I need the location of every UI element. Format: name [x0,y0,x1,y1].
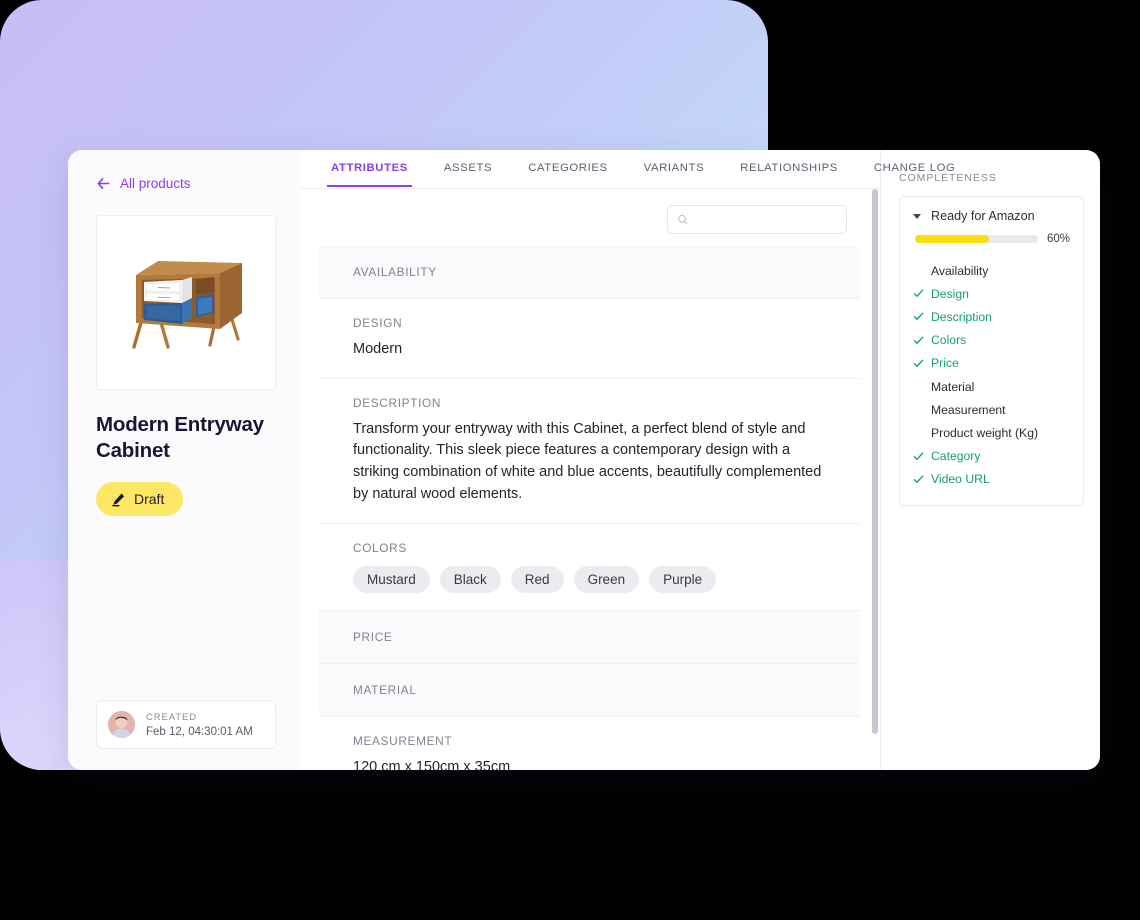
tab-change-log[interactable]: CHANGE LOG [856,162,974,186]
tab-assets[interactable]: ASSETS [426,162,510,186]
check-icon [913,452,924,460]
completeness-item: Category [913,445,1070,468]
attribute-label: PRICE [353,629,393,644]
completeness-item-label: Colors [931,333,967,348]
attribute-value: 120 cm x 150cm x 35cm [353,758,511,770]
page-title: Modern Entryway Cabinet [96,413,264,463]
attribute-label: DESCRIPTION [353,395,442,410]
completeness-item: Material [913,375,1070,398]
back-to-all-products-link[interactable]: All products [68,168,299,191]
color-chip[interactable]: Red [510,565,564,593]
attribute-label: MATERIAL [353,682,417,697]
search-row [299,189,880,246]
attributes-body: AVAILABILITY DESIGN Modern DESCRIPTION Trans… [299,188,880,770]
completeness-item: Description [913,305,1070,328]
tab-bar: ATTRIBUTES ASSETS CATEGORIES VARIANTS RELATI… [299,150,955,189]
avatar [108,711,135,738]
progress-track [915,235,1038,243]
search-box[interactable] [667,204,847,234]
product-thumbnail[interactable] [96,215,276,390]
tab-variants[interactable]: VARIANTS [626,162,723,186]
completeness-item: Measurement [913,398,1070,421]
created-label: CREATED [146,711,197,723]
color-chip[interactable]: Green [573,565,640,593]
progress-fill [915,235,989,243]
completeness-group-header[interactable]: Ready for Amazon [913,209,1070,223]
completeness-item: Video URL [913,468,1070,491]
progress-percent: 60% [1046,233,1070,245]
attribute-row[interactable]: PRICE [319,610,860,664]
completeness-item: Price [913,352,1070,375]
attribute-label: MEASUREMENT [353,733,453,748]
completeness-item-label: Availability [931,263,989,278]
completeness-item-label: Measurement [931,402,1006,417]
check-icon [913,312,924,321]
chevron-down-icon[interactable] [913,213,923,219]
screen: All products Modern Entryway Cabinet Dra… [0,0,1140,920]
attribute-value: Modern [353,340,403,357]
completeness-item-label: Video URL [931,472,990,487]
tab-categories[interactable]: CATEGORIES [510,162,625,186]
attribute-row[interactable]: DESIGN Modern [319,299,860,379]
completeness-item-label: Category [931,449,981,464]
search-input[interactable] [694,211,837,228]
color-chip[interactable]: Black [439,565,501,593]
attribute-row[interactable]: COLORS Mustard Black Red Green Purple [319,524,860,611]
tab-attributes[interactable]: ATTRIBUTES [313,162,426,187]
color-chip[interactable]: Purple [649,565,717,593]
attribute-label: DESIGN [353,315,403,330]
scrollbar-thumb[interactable] [872,188,878,734]
status-badge-label: Draft [134,491,165,508]
check-icon [913,336,924,344]
completeness-item: Availability [913,259,1070,282]
attribute-row[interactable]: DESCRIPTION Transform your entryway with … [319,379,860,524]
attributes-panel: ATTRIBUTES ASSETS CATEGORIES VARIANTS RELATI… [299,150,955,770]
attributes-scrollbar[interactable] [872,188,878,770]
status-badge[interactable]: Draft [96,482,184,517]
tab-relationships[interactable]: RELATIONSHIPS [722,162,856,186]
completeness-item: Product weight (Kg) [913,421,1070,444]
created-info: CREATED Feb 12, 04:30:01 AM [96,700,276,749]
search-icon [678,214,688,225]
attribute-chip-group: Mustard Black Red Green Purple [353,565,826,593]
completeness-group-name: Ready for Amazon [931,209,1035,223]
completeness-progress: 60% [915,233,1070,245]
attribute-list: AVAILABILITY DESIGN Modern DESCRIPTION Trans… [319,245,860,770]
pencil-icon [112,493,125,507]
attribute-value: Transform your entryway with this Cabine… [353,420,822,502]
arrow-left-icon [97,178,110,189]
check-icon [913,289,924,298]
completeness-item-label: Price [931,356,959,371]
completeness-item-label: Product weight (Kg) [931,425,1039,440]
check-icon [913,475,924,483]
completeness-item: Colors [913,329,1070,352]
check-icon [913,359,924,367]
completeness-item: Design [913,282,1070,305]
attribute-label: AVAILABILITY [353,264,437,279]
back-link-label: All products [120,176,191,191]
color-chip[interactable]: Mustard [353,565,430,593]
completeness-item-label: Description [931,309,992,324]
attribute-label: COLORS [353,540,407,555]
completeness-group: Ready for Amazon 60% Availability Design D… [899,196,1084,506]
completeness-panel: COMPLETENESS Ready for Amazon 60% Availa… [880,150,1100,770]
completeness-item-label: Material [931,379,975,394]
completeness-item-label: Design [931,286,969,301]
product-sidebar: All products Modern Entryway Cabinet Dra… [68,150,299,770]
attribute-row[interactable]: MEASUREMENT 120 cm x 150cm x 35cm [319,717,860,770]
attribute-row[interactable]: AVAILABILITY [319,245,860,299]
product-detail-card: All products Modern Entryway Cabinet Dra… [68,150,1100,770]
attribute-row[interactable]: MATERIAL [319,663,860,717]
cabinet-image [132,260,242,349]
created-date: Feb 12, 04:30:01 AM [146,725,253,738]
completeness-checklist: Availability Design Description Colors Price… [913,259,1070,491]
